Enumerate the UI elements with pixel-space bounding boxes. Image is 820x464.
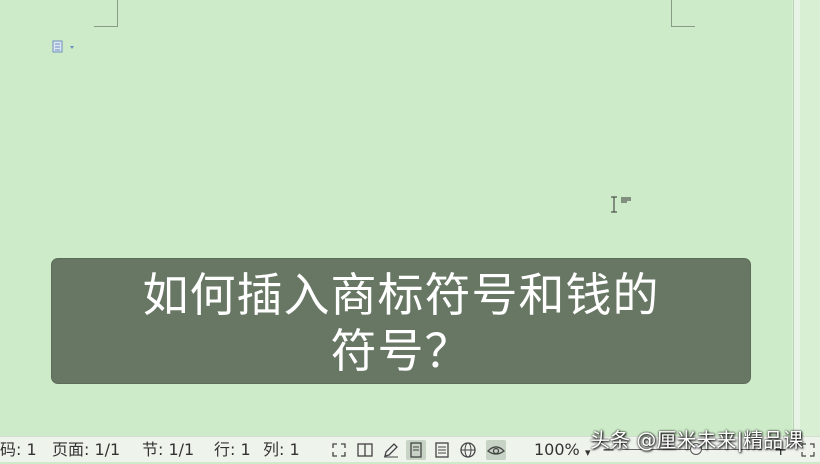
row-status: 行: 1 <box>214 440 251 459</box>
caption-line-2: 符号？ <box>330 324 472 378</box>
vertical-scrollbar[interactable] <box>792 0 820 436</box>
video-caption-box: 如何插入商标符号和钱的 符号？ <box>52 259 750 383</box>
text-cursor-icon <box>610 195 634 215</box>
outline-view-icon[interactable] <box>432 440 452 460</box>
web-view-icon[interactable] <box>458 440 478 460</box>
section-status[interactable]: 节: 1/1 <box>142 440 194 460</box>
crop-mark-top-left <box>94 0 118 27</box>
scrollbar-thumb[interactable] <box>793 0 800 436</box>
fullscreen-icon[interactable] <box>329 440 349 460</box>
column-status: 列: 1 <box>263 440 300 459</box>
edit-icon[interactable] <box>381 440 401 460</box>
caption-line-1: 如何插入商标符号和钱的 <box>142 268 660 322</box>
video-watermark: 头条 @厘米未来|精品课 <box>590 428 804 452</box>
eye-protection-icon[interactable] <box>486 440 506 460</box>
page-number-status[interactable]: 码: 1 <box>0 440 37 460</box>
zoom-level[interactable]: 100% <box>534 440 580 460</box>
paste-options-icon[interactable] <box>52 39 76 53</box>
document-canvas[interactable]: 如何插入商标符号和钱的 符号？ <box>0 0 792 436</box>
page-count-status[interactable]: 页面: 1/1 <box>52 440 120 460</box>
reading-mode-icon[interactable] <box>355 440 375 460</box>
page-view-icon[interactable] <box>406 440 426 460</box>
crop-mark-top-right <box>671 0 695 27</box>
